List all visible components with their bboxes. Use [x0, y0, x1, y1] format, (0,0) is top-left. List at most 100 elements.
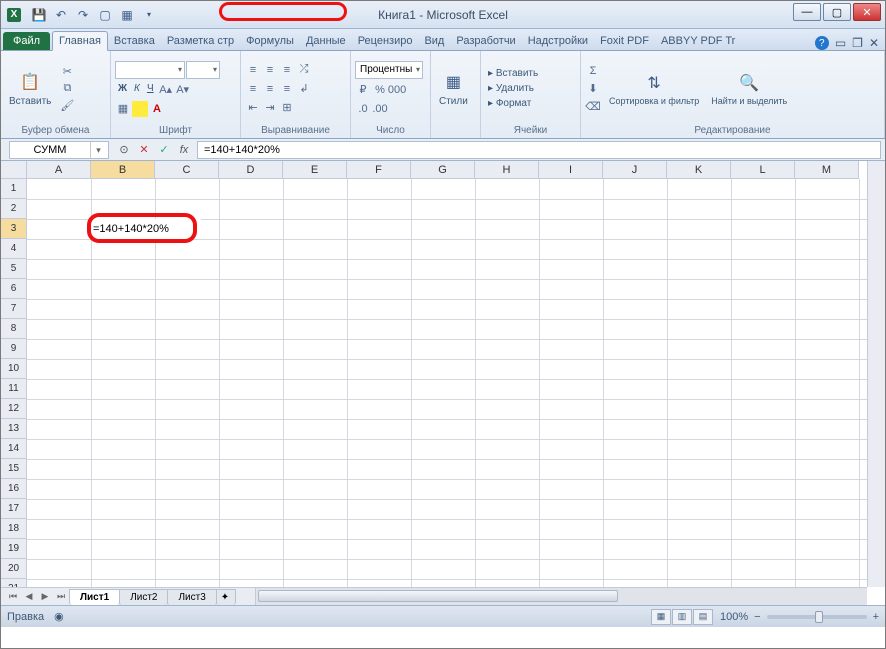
- zoom-in-button[interactable]: +: [873, 611, 879, 623]
- font-size-combo[interactable]: [186, 61, 220, 79]
- cell-editor-input[interactable]: [91, 219, 201, 239]
- styles-button[interactable]: ▦ Стили: [435, 68, 472, 109]
- qat-dropdown-icon[interactable]: ▾: [139, 5, 159, 25]
- decrease-font-icon[interactable]: A▾: [175, 82, 191, 98]
- save-icon[interactable]: 💾: [29, 5, 49, 25]
- column-header-B[interactable]: B: [91, 161, 155, 179]
- row-header-6[interactable]: 6: [1, 279, 27, 299]
- fill-icon[interactable]: ⬇: [585, 81, 601, 97]
- row-header-16[interactable]: 16: [1, 479, 27, 499]
- help-icon[interactable]: ?: [815, 36, 829, 50]
- merge-icon[interactable]: ⊞: [279, 100, 295, 116]
- delete-cells-button[interactable]: ▸ Удалить: [485, 82, 541, 95]
- macro-record-icon[interactable]: ◉: [54, 610, 64, 623]
- row-header-14[interactable]: 14: [1, 439, 27, 459]
- tab-foxit[interactable]: Foxit PDF: [594, 32, 655, 50]
- qat-custom-1[interactable]: ▢: [95, 5, 115, 25]
- row-header-1[interactable]: 1: [1, 179, 27, 199]
- tab-insert[interactable]: Вставка: [108, 32, 161, 50]
- sheet-tab-1[interactable]: Лист1: [69, 589, 120, 605]
- tab-data[interactable]: Данные: [300, 32, 352, 50]
- row-header-3[interactable]: 3: [1, 219, 27, 239]
- row-header-10[interactable]: 10: [1, 359, 27, 379]
- file-tab[interactable]: Файл: [3, 32, 50, 50]
- borders-icon[interactable]: ▦: [115, 101, 131, 117]
- select-all-corner[interactable]: [1, 161, 27, 179]
- row-header-9[interactable]: 9: [1, 339, 27, 359]
- decrease-decimal-icon[interactable]: .0: [355, 101, 371, 117]
- column-header-D[interactable]: D: [219, 161, 283, 179]
- row-header-5[interactable]: 5: [1, 259, 27, 279]
- new-sheet-button[interactable]: ✦: [216, 589, 236, 605]
- align-left-icon[interactable]: ≡: [245, 81, 261, 97]
- row-header-20[interactable]: 20: [1, 559, 27, 579]
- clear-icon[interactable]: ⌫: [585, 99, 601, 115]
- zoom-level[interactable]: 100%: [720, 611, 748, 623]
- wrap-text-icon[interactable]: ↲: [296, 81, 312, 97]
- column-header-C[interactable]: C: [155, 161, 219, 179]
- formula-input[interactable]: [198, 144, 880, 156]
- sheet-tab-3[interactable]: Лист3: [167, 589, 216, 605]
- tab-developer[interactable]: Разработчи: [450, 32, 521, 50]
- redo-icon[interactable]: ↷: [73, 5, 93, 25]
- autosum-icon[interactable]: Σ: [585, 63, 601, 79]
- insert-function-icon[interactable]: fx: [175, 141, 193, 159]
- column-header-J[interactable]: J: [603, 161, 667, 179]
- increase-decimal-icon[interactable]: .00: [372, 101, 388, 117]
- align-middle-icon[interactable]: ≡: [262, 62, 278, 78]
- column-header-L[interactable]: L: [731, 161, 795, 179]
- align-center-icon[interactable]: ≡: [262, 81, 278, 97]
- row-header-12[interactable]: 12: [1, 399, 27, 419]
- row-header-18[interactable]: 18: [1, 519, 27, 539]
- decrease-indent-icon[interactable]: ⇤: [245, 100, 261, 116]
- bold-button[interactable]: Ж: [115, 82, 130, 98]
- percent-icon[interactable]: %: [372, 82, 388, 98]
- column-header-I[interactable]: I: [539, 161, 603, 179]
- align-top-icon[interactable]: ≡: [245, 62, 261, 78]
- maximize-button[interactable]: ▢: [823, 3, 851, 21]
- vertical-scrollbar[interactable]: [867, 161, 885, 587]
- row-header-11[interactable]: 11: [1, 379, 27, 399]
- tab-nav-last-icon[interactable]: ⏭: [53, 591, 69, 602]
- copy-icon[interactable]: ⧉: [59, 81, 75, 97]
- column-header-F[interactable]: F: [347, 161, 411, 179]
- name-box[interactable]: ▾: [9, 141, 109, 159]
- close-button[interactable]: ✕: [853, 3, 881, 21]
- column-header-K[interactable]: K: [667, 161, 731, 179]
- fill-color-icon[interactable]: [132, 101, 148, 117]
- number-format-combo[interactable]: Процентны: [355, 61, 423, 79]
- horizontal-scrollbar[interactable]: [255, 588, 867, 605]
- format-cells-button[interactable]: ▸ Формат: [485, 97, 541, 110]
- column-header-H[interactable]: H: [475, 161, 539, 179]
- row-header-17[interactable]: 17: [1, 499, 27, 519]
- row-header-4[interactable]: 4: [1, 239, 27, 259]
- increase-indent-icon[interactable]: ⇥: [262, 100, 278, 116]
- view-normal-button[interactable]: ▦: [651, 609, 671, 625]
- tab-home[interactable]: Главная: [52, 31, 108, 51]
- tab-nav-prev-icon[interactable]: ◀: [21, 591, 37, 602]
- tab-formulas[interactable]: Формулы: [240, 32, 300, 50]
- row-header-8[interactable]: 8: [1, 319, 27, 339]
- view-page-break-button[interactable]: ▤: [693, 609, 713, 625]
- column-header-G[interactable]: G: [411, 161, 475, 179]
- format-painter-icon[interactable]: 🖌: [59, 98, 75, 114]
- underline-button[interactable]: Ч: [144, 82, 157, 98]
- cut-icon[interactable]: ✂: [59, 64, 75, 80]
- zoom-slider[interactable]: [767, 615, 867, 619]
- row-header-13[interactable]: 13: [1, 419, 27, 439]
- tab-review[interactable]: Рецензиро: [352, 32, 419, 50]
- comma-icon[interactable]: 000: [389, 82, 405, 98]
- tab-nav-first-icon[interactable]: ⏮: [5, 591, 21, 602]
- sort-filter-button[interactable]: ⇅ Сортировка и фильтр: [605, 69, 703, 109]
- find-select-button[interactable]: 🔍 Найти и выделить: [707, 69, 791, 109]
- cancel-formula-icon[interactable]: ✕: [135, 141, 153, 159]
- zoom-out-button[interactable]: −: [754, 611, 760, 623]
- restore-window-icon[interactable]: ❐: [852, 36, 863, 50]
- name-box-input[interactable]: [10, 142, 90, 158]
- minimize-ribbon-icon[interactable]: ▭: [835, 36, 846, 50]
- font-color-icon[interactable]: A: [149, 101, 165, 117]
- horizontal-scroll-thumb[interactable]: [258, 590, 618, 602]
- align-right-icon[interactable]: ≡: [279, 81, 295, 97]
- row-header-2[interactable]: 2: [1, 199, 27, 219]
- font-name-combo[interactable]: [115, 61, 185, 79]
